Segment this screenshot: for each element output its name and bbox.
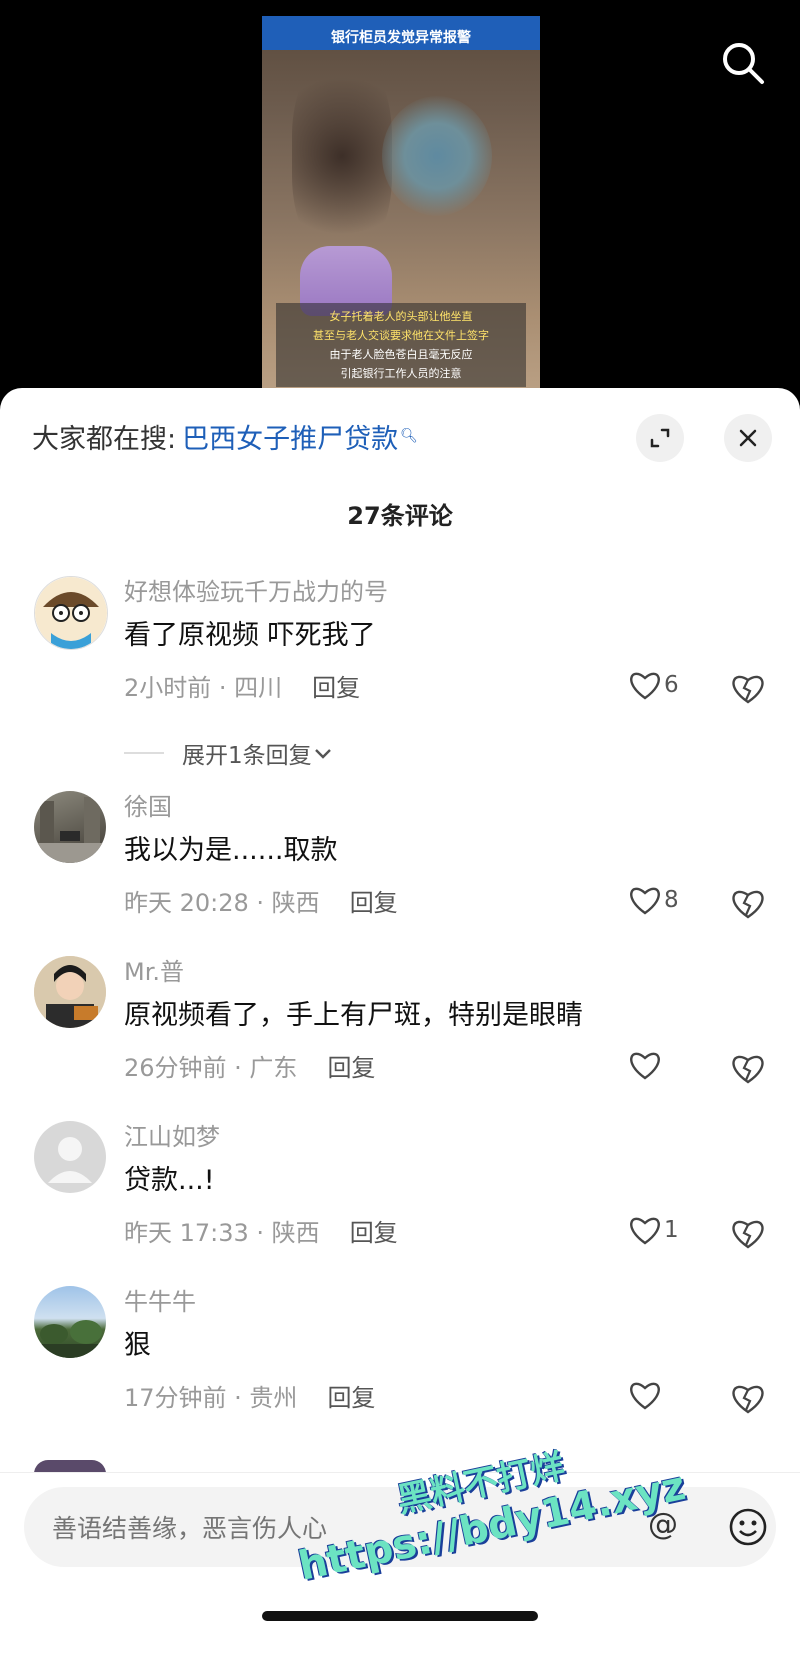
comment-item: 江山如梦 贷款...! 昨天 17:33 · 陕西 回复 1 (0, 1121, 800, 1271)
video-area[interactable]: 银行柜员发觉异常报警 女子托着老人的头部让他坐直 甚至与老人交谈要求他在文件上签… (0, 0, 800, 400)
avatar[interactable] (34, 1286, 106, 1358)
trending-search-link[interactable]: 巴西女子推尸贷款 (182, 417, 398, 456)
broken-heart-icon[interactable] (730, 887, 766, 921)
comment-meta: 17分钟前 · 贵州 回复 (124, 1382, 375, 1414)
divider (124, 752, 164, 754)
blurred-person (292, 56, 392, 256)
comment-author[interactable]: 牛牛牛 (124, 1286, 196, 1318)
comment-item: 好想体验玩千万战力的号 看了原视频 吓死我了 2小时前 · 四川 回复 6 (0, 576, 800, 726)
like-button[interactable]: 1 (628, 1215, 679, 1245)
broken-heart-icon[interactable] (730, 1217, 766, 1251)
comment-meta: 26分钟前 · 广东 回复 (124, 1052, 375, 1084)
like-count: 1 (664, 1217, 679, 1243)
expand-replies-button[interactable]: 展开1条回复 (124, 736, 334, 770)
broken-heart-icon[interactable] (730, 1382, 766, 1416)
comment-item: Mr.普 原视频看了，手上有尸斑，特别是眼睛 26分钟前 · 广东 回复 (0, 956, 800, 1106)
comment-time-location: 2小时前 · 四川 (124, 674, 283, 702)
comment-meta: 昨天 17:33 · 陕西 回复 (124, 1217, 398, 1249)
small-search-icon: 🔍︎ (400, 428, 418, 444)
avatar[interactable] (34, 576, 108, 650)
comment-item: 牛牛牛 狠 17分钟前 · 贵州 回复 (0, 1286, 800, 1436)
like-button[interactable] (628, 1050, 664, 1080)
heart-icon (630, 672, 660, 700)
video-headline-line1 (262, 16, 540, 28)
reply-button[interactable]: 回复 (327, 1382, 375, 1414)
close-button[interactable] (724, 414, 772, 462)
expand-icon (650, 428, 670, 448)
like-count: 8 (664, 887, 679, 913)
reply-button[interactable]: 回复 (312, 672, 360, 704)
reply-button[interactable]: 回复 (350, 1217, 398, 1249)
reply-button[interactable]: 回复 (350, 887, 398, 919)
trending-search: 大家都在搜: 巴西女子推尸贷款 🔍︎ (32, 416, 418, 456)
comment-time-location: 26分钟前 · 广东 (124, 1054, 298, 1082)
heart-icon (630, 1382, 660, 1410)
comment-meta: 昨天 20:28 · 陕西 回复 (124, 887, 398, 919)
subtitle-line: 由于老人脸色苍白且毫无反应 (329, 348, 473, 361)
comment-time-location: 昨天 20:28 · 陕西 (124, 889, 320, 917)
comment-text: 我以为是......取款 (124, 835, 338, 866)
comment-author[interactable]: 江山如梦 (124, 1121, 220, 1153)
emoji-icon[interactable] (728, 1507, 768, 1547)
trending-label: 大家都在搜: (32, 423, 177, 455)
default-avatar[interactable] (34, 1121, 106, 1193)
avatar[interactable] (34, 956, 106, 1028)
comment-count: 27条评论 (347, 502, 453, 530)
comment-time-location: 17分钟前 · 贵州 (124, 1384, 298, 1412)
heart-icon (630, 1052, 660, 1080)
blurred-face (382, 96, 492, 216)
comment-text: 贷款...! (124, 1165, 215, 1196)
video-subtitle: 女子托着老人的头部让他坐直 甚至与老人交谈要求他在文件上签字 由于老人脸色苍白且… (276, 303, 526, 387)
reply-button[interactable]: 回复 (327, 1052, 375, 1084)
like-button[interactable] (628, 1380, 664, 1410)
comment-meta: 2小时前 · 四川 回复 (124, 672, 360, 704)
comment-author[interactable]: Mr.普 (124, 956, 184, 988)
video-headline-line2: 银行柜员发觉异常报警 (331, 30, 471, 46)
broken-heart-icon[interactable] (730, 672, 766, 706)
subtitle-line: 甚至与老人交谈要求他在文件上签字 (313, 329, 489, 342)
subtitle-line: 引起银行工作人员的注意 (340, 367, 462, 380)
heart-icon (630, 887, 660, 915)
comment-text: 看了原视频 吓死我了 (124, 620, 376, 651)
like-count: 6 (664, 672, 679, 698)
expand-button[interactable] (636, 414, 684, 462)
like-button[interactable]: 8 (628, 885, 679, 915)
broken-heart-icon[interactable] (730, 1052, 766, 1086)
comment-author[interactable]: 好想体验玩千万战力的号 (124, 576, 388, 608)
expand-replies-label: 展开1条回复 (182, 743, 312, 769)
avatar[interactable] (34, 791, 106, 863)
close-icon (739, 429, 757, 447)
comment-item: 徐国 我以为是......取款 昨天 20:28 · 陕西 回复 8 (0, 791, 800, 941)
home-indicator[interactable] (262, 1611, 538, 1621)
heart-icon (630, 1217, 660, 1245)
video-headline: 银行柜员发觉异常报警 (262, 16, 540, 50)
chevron-down-icon (314, 749, 331, 759)
comment-author[interactable]: 徐国 (124, 791, 172, 823)
like-button[interactable]: 6 (628, 670, 679, 700)
search-icon[interactable] (718, 38, 768, 88)
comment-time-location: 昨天 17:33 · 陕西 (124, 1219, 320, 1247)
comment-text: 狠 (124, 1330, 151, 1361)
subtitle-line: 女子托着老人的头部让他坐直 (329, 310, 473, 323)
comment-text: 原视频看了，手上有尸斑，特别是眼睛 (124, 1000, 583, 1031)
video-frame[interactable]: 银行柜员发觉异常报警 女子托着老人的头部让他坐直 甚至与老人交谈要求他在文件上签… (262, 16, 540, 388)
